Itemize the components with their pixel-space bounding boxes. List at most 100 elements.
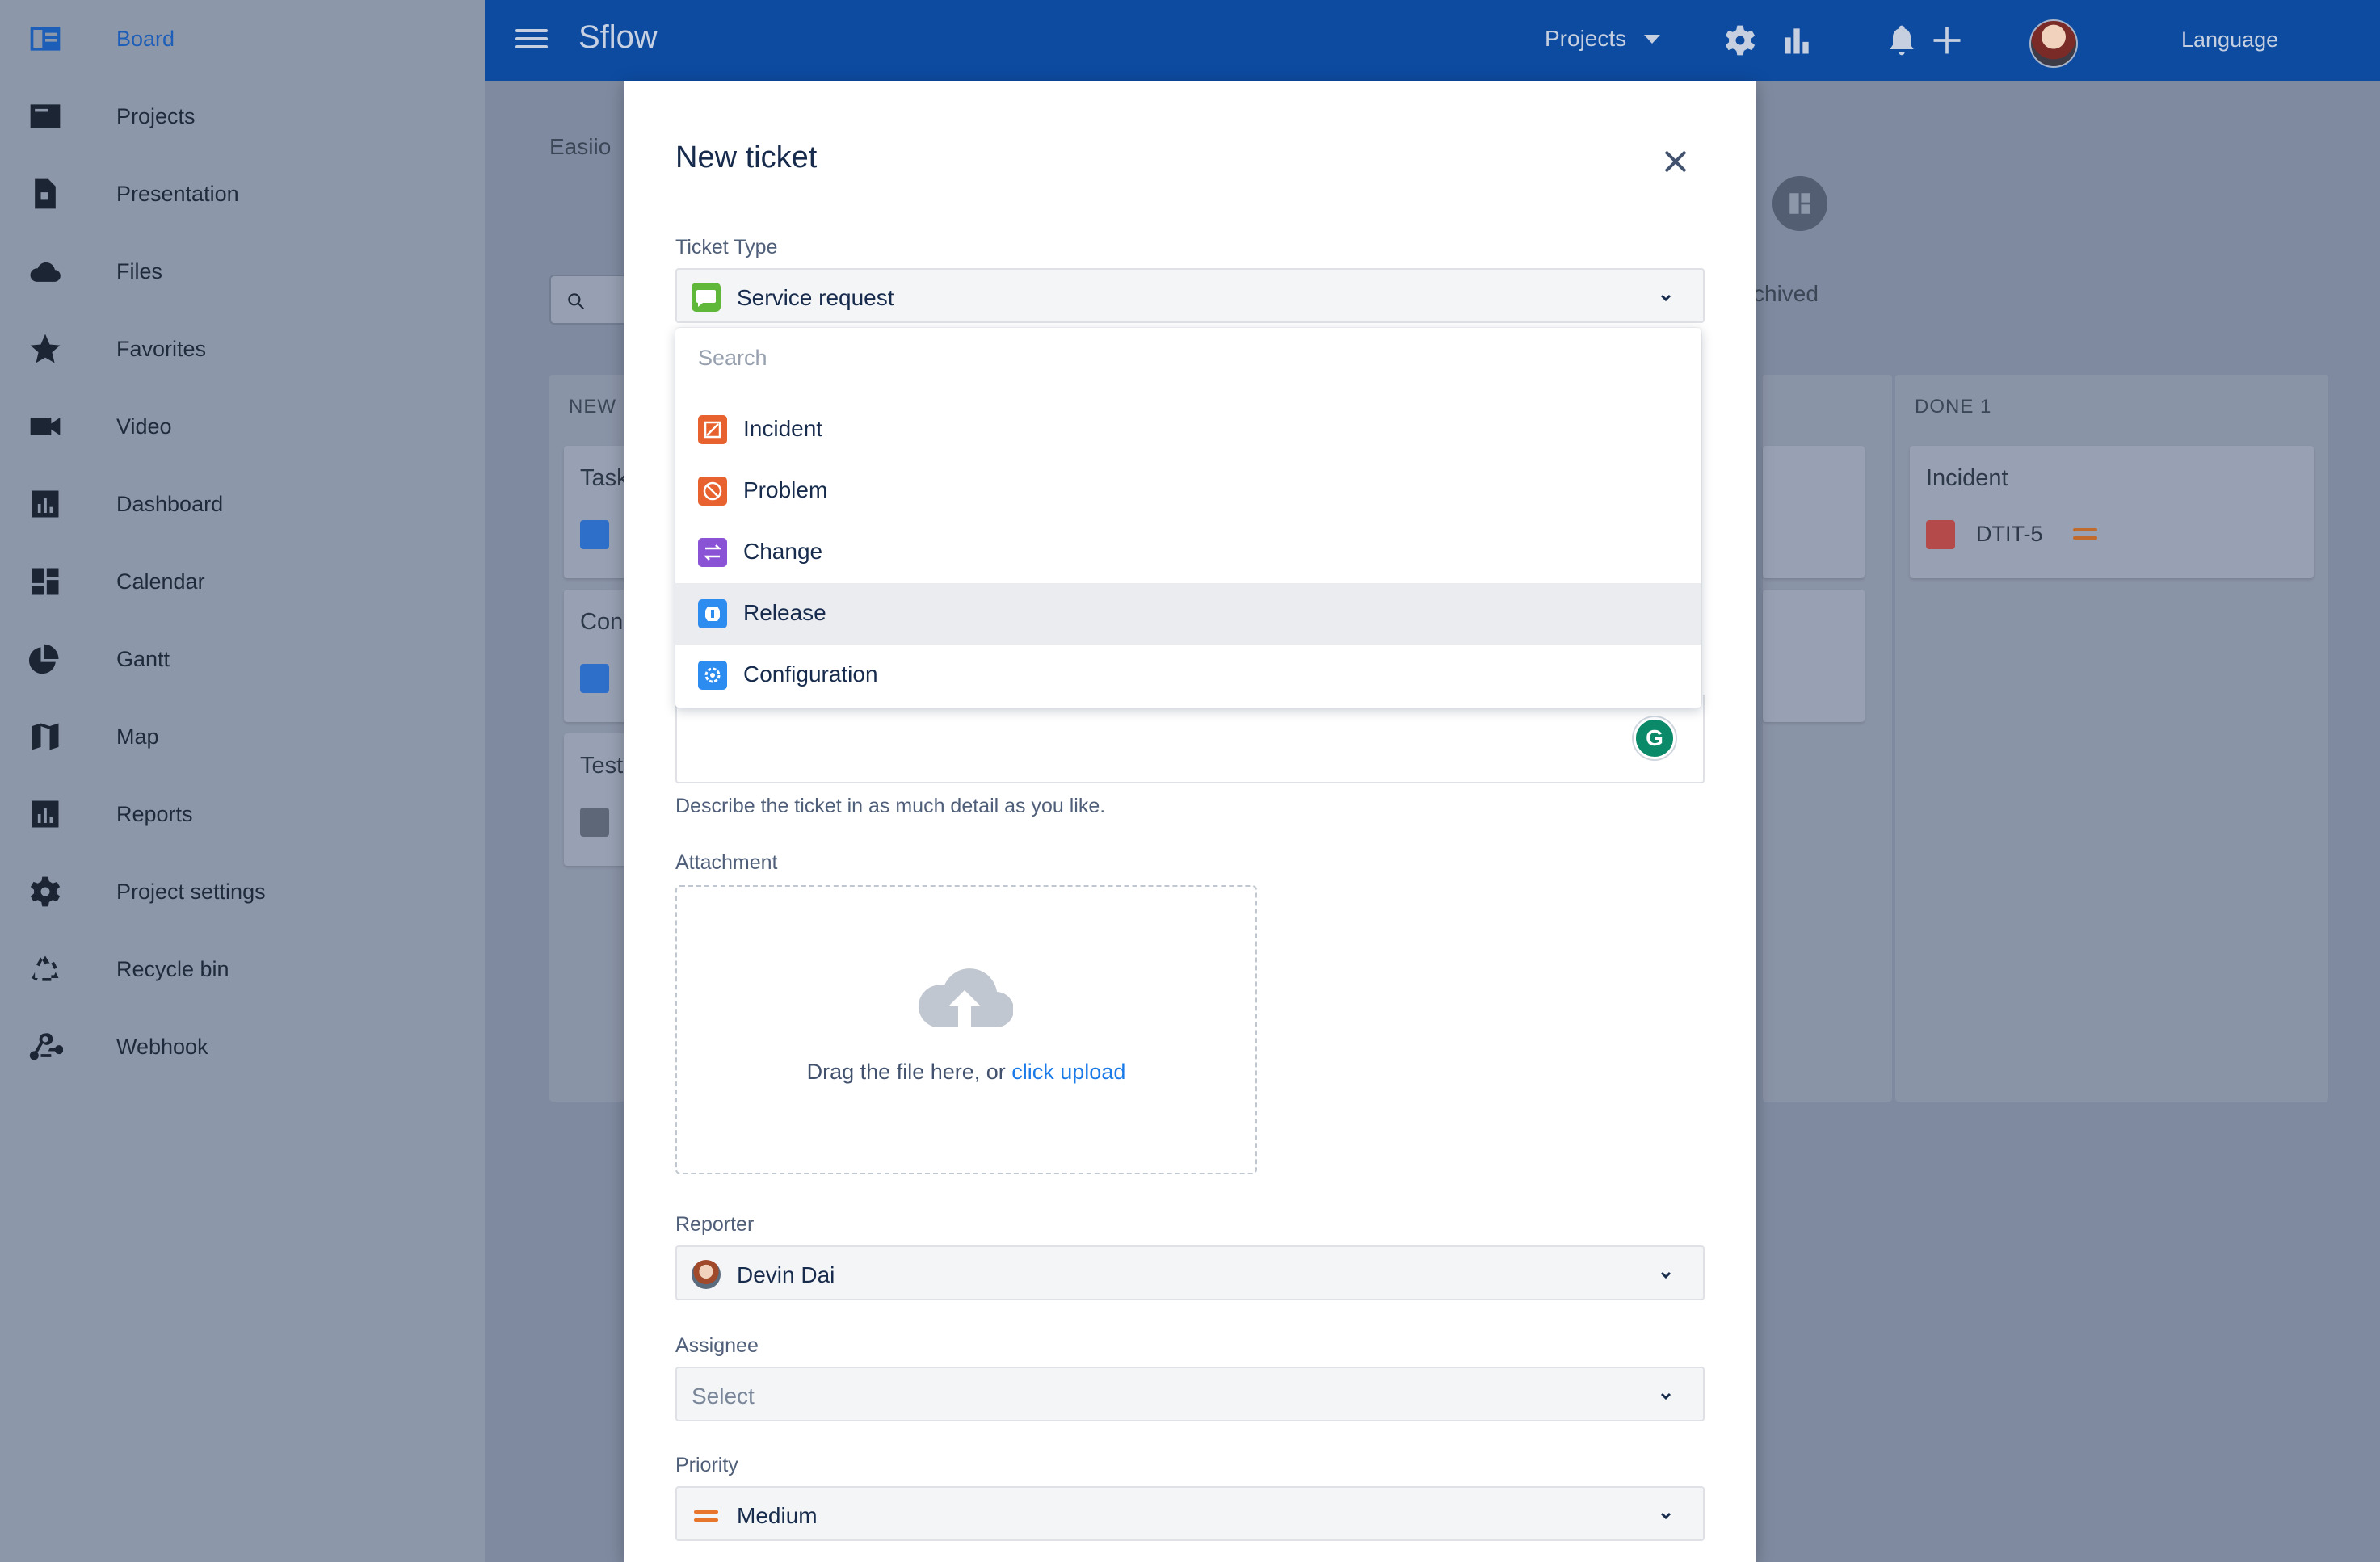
dropdown-option-release[interactable]: Release <box>675 583 1701 645</box>
description-help-text: Describe the ticket in as much detail as… <box>675 795 1106 817</box>
sidebar-item-projects[interactable]: Projects <box>0 78 485 155</box>
card-title: Incident <box>1926 465 2008 491</box>
sidebar-item-board[interactable]: Board <box>0 0 485 78</box>
presentation-icon <box>26 174 65 213</box>
option-label: Release <box>743 600 826 625</box>
sidebar-item-recycle-bin[interactable]: Recycle bin <box>0 930 485 1008</box>
sidebar-item-label: Webhook <box>116 1034 208 1059</box>
layout-toggle-button[interactable] <box>1772 176 1827 231</box>
top-header: Sflow Projects Language <box>485 0 2380 81</box>
reporter-value: Devin Dai <box>737 1262 835 1287</box>
sidebar-item-label: Project settings <box>116 879 266 904</box>
column-heading: DONE 1 <box>1915 396 1992 418</box>
incident-icon <box>698 415 727 444</box>
priority-select[interactable]: Medium <box>675 1486 1705 1541</box>
ticket-type-select[interactable]: Service request <box>675 268 1705 323</box>
sidebar-item-label: Projects <box>116 103 196 128</box>
dropdown-option-incident[interactable]: Incident <box>675 399 1701 460</box>
chevron-down-icon <box>1658 289 1674 305</box>
sidebar-item-label: Video <box>116 414 172 439</box>
settings-gear-icon[interactable] <box>1722 23 1758 58</box>
projects-dropdown[interactable]: Projects <box>1545 26 1661 52</box>
priority-value: Medium <box>737 1503 818 1528</box>
gantt-icon <box>26 640 65 678</box>
grammarly-icon[interactable]: G <box>1634 717 1676 759</box>
configuration-icon <box>580 664 609 693</box>
configuration-icon <box>698 661 727 690</box>
dropdown-option-configuration[interactable]: Configuration <box>675 645 1701 706</box>
priority-label: Priority <box>675 1454 738 1476</box>
dropdown-option-change[interactable]: Change <box>675 522 1701 583</box>
sidebar-item-favorites[interactable]: Favorites <box>0 310 485 388</box>
priority-medium-icon <box>2073 528 2097 540</box>
sidebar-item-label: Calendar <box>116 569 205 594</box>
assignee-label: Assignee <box>675 1334 759 1357</box>
sidebar-item-label: Reports <box>116 801 193 826</box>
ticket-type-label: Ticket Type <box>675 236 778 258</box>
change-icon <box>698 538 727 567</box>
card-title: Task <box>580 465 629 491</box>
sidebar-item-webhook[interactable]: Webhook <box>0 1008 485 1085</box>
board-card[interactable] <box>1763 590 1865 722</box>
app-title: Sflow <box>578 19 658 55</box>
board-column-done: DONE 1 Incident DTIT-5 <box>1895 375 2328 1102</box>
board-column-middle <box>1763 375 1892 1102</box>
sidebar-item-presentation[interactable]: Presentation <box>0 155 485 233</box>
reporter-select[interactable]: Devin Dai <box>675 1245 1705 1300</box>
option-label: Configuration <box>743 661 878 687</box>
search-icon <box>568 293 584 309</box>
bell-icon[interactable] <box>1884 23 1920 58</box>
dropzone-instruction: Drag the file here, or <box>806 1060 1006 1084</box>
sidebar-item-label: Map <box>116 724 159 749</box>
board-card[interactable]: Incident DTIT-5 <box>1910 446 2314 578</box>
description-textarea[interactable]: G <box>675 695 1705 783</box>
sidebar-item-video[interactable]: Video <box>0 388 485 465</box>
click-upload-link[interactable]: click upload <box>1011 1060 1125 1084</box>
cloud-upload-icon <box>916 955 1015 1032</box>
column-heading: NEW <box>569 396 616 418</box>
sidebar-item-label: Dashboard <box>116 491 224 516</box>
reporter-label: Reporter <box>675 1213 755 1236</box>
task-checkbox-icon <box>580 520 609 549</box>
calendar-icon <box>26 562 65 601</box>
close-icon[interactable] <box>1658 144 1693 179</box>
sidebar-item-label: Gantt <box>116 646 170 671</box>
dropdown-option-problem[interactable]: Problem <box>675 460 1701 522</box>
dropdown-search-input[interactable]: Search <box>698 346 767 371</box>
bar-chart-icon[interactable] <box>1779 23 1814 58</box>
sidebar-item-label: Favorites <box>116 336 207 361</box>
sidebar-item-gantt[interactable]: Gantt <box>0 620 485 698</box>
breadcrumb[interactable]: Easiio <box>549 134 611 160</box>
video-icon <box>26 407 65 446</box>
plus-icon[interactable] <box>1929 23 1965 58</box>
sidebar-item-files[interactable]: Files <box>0 233 485 310</box>
assignee-select[interactable]: Select <box>675 1367 1705 1421</box>
new-ticket-modal: New ticket Ticket Type Service request S… <box>624 81 1756 1562</box>
incident-icon <box>1926 520 1955 549</box>
sidebar-item-project-settings[interactable]: Project settings <box>0 853 485 930</box>
language-selector[interactable]: Language <box>2181 27 2278 52</box>
board-icon <box>26 19 65 58</box>
sidebar-item-map[interactable]: Map <box>0 698 485 775</box>
card-title: Test <box>580 753 624 779</box>
sidebar-item-dashboard[interactable]: Dashboard <box>0 465 485 543</box>
reporter-avatar <box>692 1260 721 1289</box>
service-request-icon <box>692 283 721 312</box>
sidebar-item-reports[interactable]: Reports <box>0 775 485 853</box>
projects-label: Projects <box>1545 26 1627 51</box>
dropzone-text: Drag the file here, or click upload <box>677 1060 1255 1085</box>
chat-icon <box>580 808 609 837</box>
sidebar-item-calendar[interactable]: Calendar <box>0 543 485 620</box>
attachment-dropzone[interactable]: Drag the file here, or click upload <box>675 885 1257 1174</box>
archived-toggle[interactable]: chived <box>1753 281 1819 307</box>
sidebar-item-label: Presentation <box>116 181 239 206</box>
board-card[interactable] <box>1763 446 1865 578</box>
reports-icon <box>26 795 65 833</box>
hamburger-menu-icon[interactable] <box>515 24 548 57</box>
gear-icon <box>26 872 65 911</box>
user-avatar[interactable] <box>2029 19 2078 68</box>
sidebar-item-label: Recycle bin <box>116 956 229 981</box>
sidebar-item-label: Files <box>116 258 163 283</box>
layout-icon <box>1789 193 1810 214</box>
release-icon <box>698 599 727 628</box>
